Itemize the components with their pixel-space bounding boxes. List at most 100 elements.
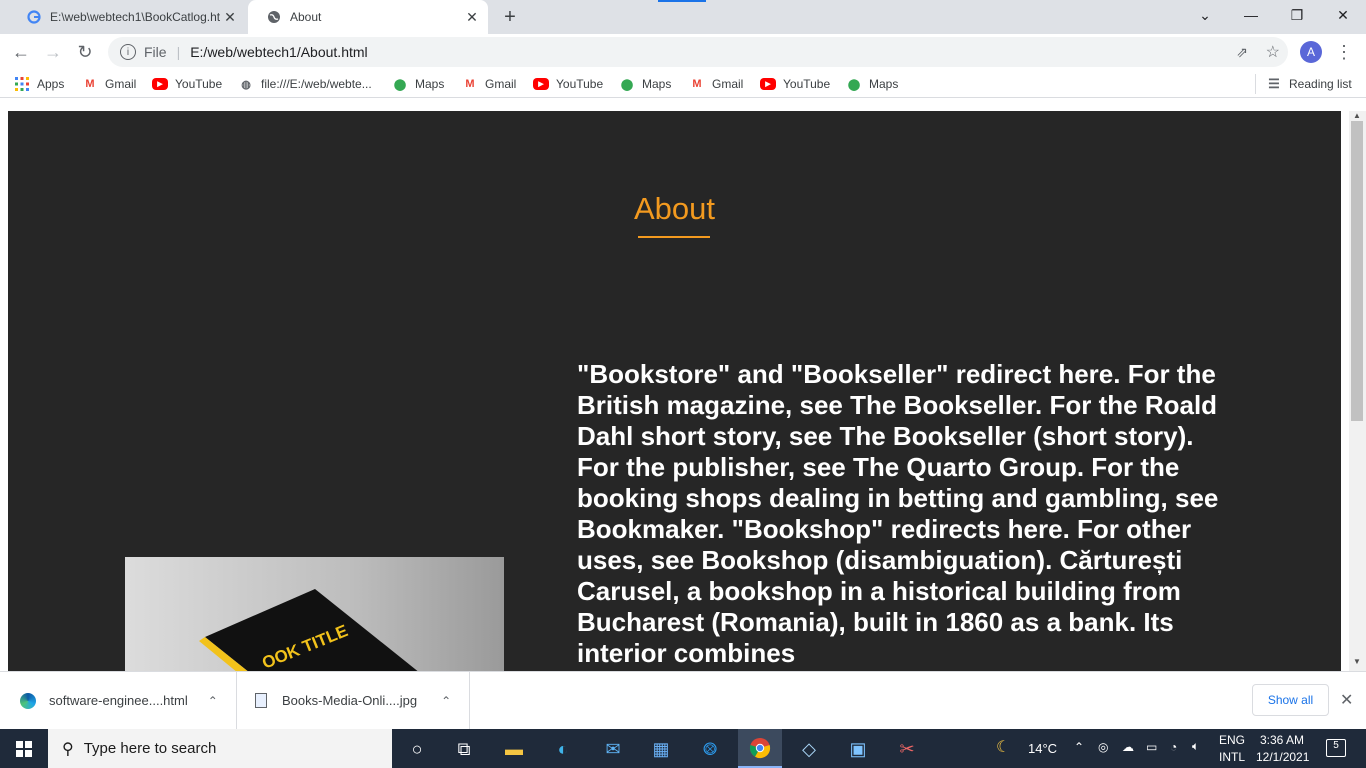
weather-icon[interactable]: ☾ [996,737,1010,757]
bookmark-label: Gmail [105,77,137,91]
address-bar[interactable]: i File | E:/web/webtech1/About.html ⇗ ☆ [108,37,1288,67]
snipping-tool-icon[interactable]: ✂ [890,734,924,764]
file-explorer-icon[interactable]: ▬ [497,734,531,764]
divider: | [176,44,181,60]
tab-about[interactable]: About ✕ [248,0,488,34]
vscode-icon[interactable]: ⨷ [693,734,727,764]
cloud-icon[interactable]: ☁ [1122,740,1134,754]
back-button[interactable]: ← [8,39,34,65]
menu-icon[interactable]: ⋮ [1335,41,1353,63]
bookmark-maps[interactable]: ⬤ Maps [846,75,899,93]
minimize-button[interactable]: — [1228,0,1274,30]
windows-start-icon[interactable] [7,734,41,764]
reading-list-icon: ☰ [1268,76,1280,91]
bookmark-label: file:///E:/web/webte... [261,77,372,91]
scroll-thumb[interactable] [1351,121,1363,421]
globe-icon [266,9,282,25]
bookmark-maps[interactable]: ⬤ Maps [392,75,445,93]
youtube-icon: ▶ [152,78,168,90]
globe-icon: ◍ [241,78,251,91]
reading-list-button[interactable]: ☰ Reading list [1266,75,1352,93]
bookmark-gmail[interactable]: M Gmail [82,75,136,93]
about-paragraph: "Bookstore" and "Bookseller" redirect he… [577,359,1219,668]
browser-toolbar: ← → ↻ i File | E:/web/webtech1/About.htm… [0,34,1366,70]
tab-search-icon[interactable]: ⌄ [1182,0,1228,30]
network-icon[interactable]: ◎ [1098,740,1108,754]
download-bar: software-enginee....html ⌃ Books-Media-O… [0,671,1366,729]
bookmark-gmail[interactable]: M Gmail [462,75,516,93]
download-item[interactable]: software-enginee....html ⌃ [0,672,237,729]
download-item[interactable]: Books-Media-Onli....jpg ⌃ [237,672,470,729]
notes-app-icon[interactable]: ◇ [792,734,826,764]
battery-icon[interactable]: ▭ [1146,740,1157,754]
show-all-button[interactable]: Show all [1252,684,1329,716]
reload-button[interactable]: ↻ [72,39,98,65]
clock-time: 3:36 AM [1259,733,1305,747]
divider [1255,74,1256,94]
maps-icon: ⬤ [620,78,634,91]
youtube-icon: ▶ [760,78,776,90]
download-filename: Books-Media-Onli....jpg [282,693,418,708]
wifi-icon[interactable]: ◔ [1170,740,1177,754]
chevron-up-icon[interactable]: ⌃ [441,694,451,708]
bookmark-youtube[interactable]: ▶ YouTube [533,75,603,93]
bookmark-label: Maps [642,77,672,91]
language-indicator[interactable]: ENG INTL [1219,733,1245,764]
star-icon[interactable]: ☆ [1266,42,1280,62]
photos-icon[interactable]: ▣ [841,734,875,764]
close-window-button[interactable]: ✕ [1320,0,1366,30]
task-view-icon[interactable]: ⧉ [447,734,481,764]
bookmark-maps[interactable]: ⬤ Maps [619,75,672,93]
page-viewport: About OOK TITLE "Bookstore" and "Booksel… [0,99,1366,671]
bookmark-youtube[interactable]: ▶ YouTube [760,75,830,93]
scrollbar[interactable]: ▲ ▼ [1349,111,1366,671]
cortana-icon[interactable]: ○ [400,734,434,764]
tab-bookcatlog[interactable]: E:\web\webtech1\BookCatlog.htm ✕ [8,0,246,34]
search-input[interactable]: ⚲ Type here to search [48,729,392,768]
bookmark-label: YouTube [175,77,223,91]
apps-grid-icon [14,76,30,92]
clock[interactable]: 3:36 AM 12/1/2021 [1256,733,1310,764]
close-icon[interactable]: ✕ [1340,690,1356,710]
forward-button[interactable]: → [40,39,66,65]
youtube-icon: ▶ [533,78,549,90]
profile-avatar[interactable]: A [1300,41,1322,63]
page-title: About [633,191,715,226]
share-icon[interactable]: ⇗ [1236,44,1248,61]
edge-icon[interactable]: ◐ [546,734,580,764]
close-icon[interactable]: ✕ [462,7,482,27]
info-icon[interactable]: i [120,44,136,60]
chevron-up-icon[interactable]: ⌃ [208,694,218,708]
bookmark-label: Maps [415,77,445,91]
scroll-down-icon[interactable]: ▼ [1352,657,1362,667]
gmail-icon: M [85,78,95,90]
tab-indicator [658,0,706,2]
scheme-label: File [144,44,167,60]
scroll-up-icon[interactable]: ▲ [1352,111,1362,121]
bookmark-gmail[interactable]: M Gmail [689,75,743,93]
tab-title: E:\web\webtech1\BookCatlog.htm [50,10,220,24]
close-icon[interactable]: ✕ [220,7,240,27]
title-underline [638,236,710,238]
weather-temp[interactable]: 14°C [1028,741,1057,756]
bookmark-file[interactable]: ◍ file:///E:/web/webte... [238,75,372,93]
bookmark-youtube[interactable]: ▶ YouTube [152,75,222,93]
google-icon [26,9,42,25]
chrome-icon[interactable] [738,729,782,768]
url-text[interactable]: E:/web/webtech1/About.html [190,44,367,60]
new-tab-button[interactable]: + [498,6,522,28]
tab-strip: E:\web\webtech1\BookCatlog.htm ✕ About ✕… [0,0,1366,34]
restore-button[interactable]: ❐ [1274,0,1320,30]
chevron-up-icon[interactable]: ⌃ [1074,740,1084,754]
bookmark-label: YouTube [556,77,604,91]
bookmark-label: Gmail [485,77,517,91]
bookmark-apps[interactable]: Apps [14,75,64,93]
clock-date: 12/1/2021 [1256,750,1310,764]
download-filename: software-enginee....html [49,693,188,708]
search-placeholder: Type here to search [83,740,217,757]
store-icon[interactable]: ▦ [644,734,678,764]
mail-icon[interactable]: ✉ [596,734,630,764]
bookmark-label: Gmail [712,77,744,91]
notification-center[interactable]: 5 [1326,739,1346,757]
volume-icon[interactable]: 🔈︎ [1192,739,1199,754]
